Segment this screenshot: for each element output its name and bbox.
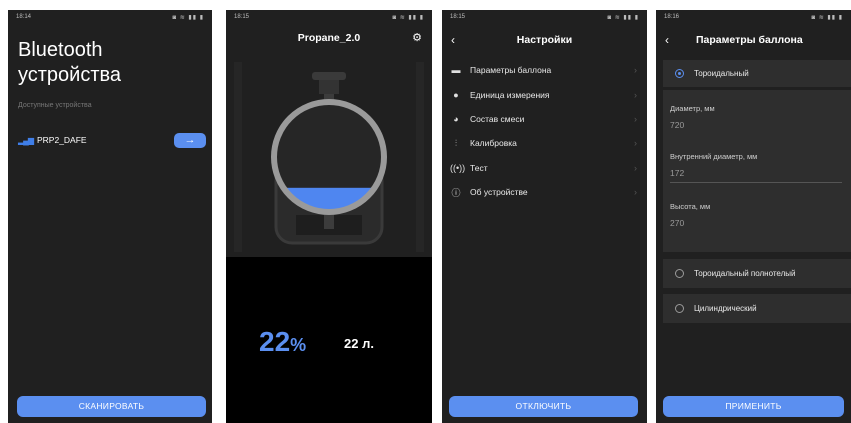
menu-item-about[interactable]: ⓘ Об устройстве › — [442, 180, 647, 204]
status-time: 18:14 — [16, 14, 32, 20]
menu-item-label: Калибровка — [470, 138, 517, 149]
inner-diameter-field[interactable]: 172 — [670, 168, 684, 178]
menu-item-tank-params[interactable]: ▬ Параметры баллона › — [442, 58, 647, 82]
menu-item-label: Единица измерения — [470, 89, 550, 100]
chevron-right-icon: › — [634, 162, 637, 173]
radio-unselected-icon[interactable] — [675, 304, 684, 313]
toroidal-tank-illustration — [234, 62, 424, 252]
chevron-right-icon: › — [634, 89, 637, 100]
settings-screen: 18:15 ◙ ≋ ▮▮ ▮ ‹ Настройки ▬ Параметры б… — [442, 10, 647, 423]
tank-icon: ▬ — [451, 65, 461, 76]
chevron-right-icon: › — [634, 187, 637, 198]
gear-icon[interactable]: ⚙ — [412, 31, 422, 44]
device-row[interactable]: ▂▄▆ PRP2_DAFE → — [18, 132, 206, 148]
toroidal-params-card: Диаметр, мм 720 Внутренний диаметр, мм 1… — [663, 90, 851, 252]
menu-item-label: Об устройстве — [470, 187, 528, 198]
right-rail — [416, 62, 424, 252]
left-rail — [234, 62, 242, 252]
status-icons: ◙ ≋ ▮▮ ▮ — [811, 14, 843, 21]
scan-button[interactable]: СКАНИРОВАТЬ — [17, 396, 206, 417]
status-bar: 18:16 ◙ ≋ ▮▮ ▮ — [656, 10, 851, 24]
back-icon[interactable]: ‹ — [665, 32, 669, 48]
tank-params-screen: 18:16 ◙ ≋ ▮▮ ▮ ‹ Параметры баллона Торои… — [656, 10, 851, 423]
option-toroidal-full[interactable]: Тороидальный полнотелый — [663, 259, 851, 288]
page-title: Bluetooth устройства — [18, 39, 122, 86]
status-time: 18:15 — [450, 14, 466, 20]
menu-item-units[interactable]: ● Единица измерения › — [442, 82, 647, 106]
status-icons: ◙ ≋ ▮▮ ▮ — [172, 14, 204, 21]
status-time: 18:16 — [664, 14, 680, 20]
pie-icon: ◕ — [453, 113, 459, 124]
radio-selected-icon[interactable] — [675, 69, 684, 78]
menu-item-calibration[interactable]: ⫶ Калибровка › — [442, 131, 647, 155]
chevron-right-icon: › — [634, 138, 637, 149]
status-bar: 18:15 ◙ ≋ ▮▮ ▮ — [442, 10, 647, 24]
menu-item-mixture[interactable]: ◕ Состав смеси › — [442, 107, 647, 131]
menu-item-test[interactable]: ((•)) Тест › — [442, 156, 647, 180]
option-label: Тороидальный — [694, 69, 749, 78]
option-cylindrical[interactable]: Цилиндрический — [663, 294, 851, 323]
level-readout-area — [226, 257, 432, 423]
percent-sign: % — [290, 335, 307, 355]
drop-icon: ● — [453, 89, 459, 100]
chevron-right-icon: › — [634, 113, 637, 124]
percent-value: 22 — [259, 326, 291, 357]
signal-icon: ▂▄▆ — [18, 135, 34, 145]
chevron-right-icon: › — [634, 65, 637, 76]
status-icons: ◙ ≋ ▮▮ ▮ — [607, 14, 639, 21]
connect-arrow-button[interactable]: → — [174, 133, 206, 148]
option-toroidal[interactable]: Тороидальный — [663, 60, 851, 87]
menu-item-label: Состав смеси — [470, 113, 525, 124]
header: ‹ Настройки — [442, 32, 647, 48]
settings-menu: ▬ Параметры баллона › ● Единица измерени… — [442, 58, 647, 204]
diameter-label: Диаметр, мм — [670, 104, 715, 113]
percent-readout: 22% — [259, 326, 306, 358]
status-icons: ◙ ≋ ▮▮ ▮ — [392, 14, 424, 21]
status-bar: 18:15 ◙ ≋ ▮▮ ▮ — [226, 10, 432, 24]
page-title: Настройки — [516, 34, 573, 46]
device-name: PRP2_DAFE — [36, 135, 87, 145]
option-label: Тороидальный полнотелый — [694, 269, 796, 278]
valve-cap — [312, 72, 346, 80]
field-underline — [670, 182, 842, 183]
status-time: 18:15 — [234, 14, 250, 20]
liters-readout: 22 л. — [344, 336, 374, 351]
menu-item-label: Тест — [470, 162, 488, 173]
radio-unselected-icon[interactable] — [675, 269, 684, 278]
valve-body — [319, 80, 339, 94]
bluetooth-devices-screen: 18:14 ◙ ≋ ▮▮ ▮ Bluetooth устройства Дост… — [8, 10, 212, 423]
page-title: Параметры баллона — [696, 34, 803, 46]
inner-diameter-label: Внутренний диаметр, мм — [670, 152, 758, 161]
apply-button[interactable]: ПРИМЕНИТЬ — [663, 396, 844, 417]
height-label: Высота, мм — [670, 202, 711, 211]
available-devices-label: Доступные устройства — [18, 102, 92, 109]
disconnect-button[interactable]: ОТКЛЮЧИТЬ — [449, 396, 638, 417]
device-title: Propane_2.0 — [297, 32, 361, 44]
radio-wave-icon: ((•)) — [450, 162, 466, 173]
header: ‹ Параметры баллона — [656, 32, 851, 48]
menu-item-label: Параметры баллона — [470, 65, 552, 76]
tank-level-screen: 18:15 ◙ ≋ ▮▮ ▮ Propane_2.0 ⚙ 22% 22 л. — [226, 10, 432, 423]
option-label: Цилиндрический — [694, 304, 757, 313]
status-bar: 18:14 ◙ ≋ ▮▮ ▮ — [8, 10, 212, 24]
sliders-icon: ⫶ — [454, 137, 458, 148]
height-field[interactable]: 270 — [670, 218, 684, 228]
diameter-field[interactable]: 720 — [670, 120, 684, 130]
info-icon: ⓘ — [451, 187, 461, 198]
